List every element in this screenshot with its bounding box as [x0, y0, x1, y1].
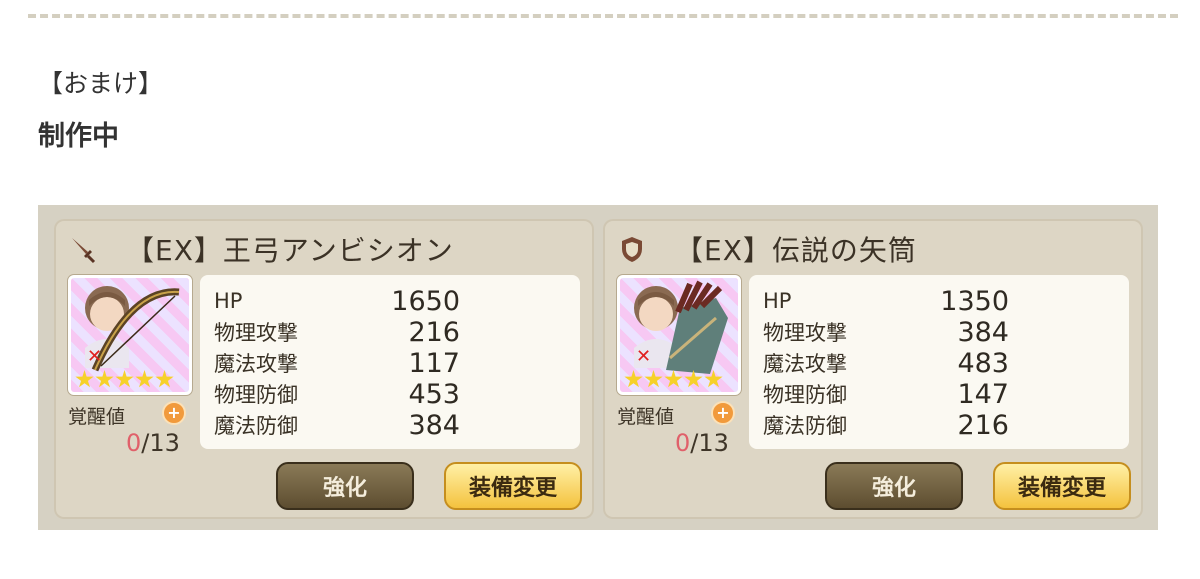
stat-label: 魔法防御: [214, 414, 298, 438]
star-icon: [624, 370, 643, 388]
stat-label: HP: [763, 289, 792, 313]
stat-label: 魔法攻撃: [763, 352, 847, 376]
stat-value: 147: [957, 378, 1009, 410]
stat-label: 魔法攻撃: [214, 352, 298, 376]
svg-text:✕: ✕: [636, 346, 651, 367]
stat-label: 魔法防御: [763, 414, 847, 438]
stat-row-magic-defense: 魔法防御 384: [214, 409, 564, 441]
card-title-text: 【EX】伝説の矢筒: [675, 234, 917, 267]
equipment-card-bow: 【EX】王弓アンビシオン ✕ 覚醒値 + 0/13 HP 1650 物理攻撃 2…: [54, 219, 594, 519]
awakening-label: 覚醒値: [617, 406, 675, 428]
stat-row-magic-defense: 魔法防御 216: [763, 409, 1113, 441]
awakening-current: 0: [126, 429, 142, 457]
stat-row-physical-defense: 物理防御 453: [214, 378, 564, 410]
stat-row-magic-attack: 魔法攻撃 483: [763, 347, 1113, 379]
stat-row-physical-defense: 物理防御 147: [763, 378, 1113, 410]
stat-label: 物理攻撃: [763, 321, 847, 345]
equipment-card-quiver: 【EX】伝説の矢筒 ✕ 覚醒値 + 0/13 HP 1350 物理攻撃 384 …: [603, 219, 1143, 519]
dashed-divider: [28, 14, 1178, 18]
stat-row-hp: HP 1650: [214, 285, 564, 317]
card-title: 【EX】伝説の矢筒: [617, 227, 917, 271]
stat-value: 1650: [391, 285, 460, 317]
game-screenshot: 【EX】王弓アンビシオン ✕ 覚醒値 + 0/13 HP 1650 物理攻撃 2…: [38, 205, 1158, 530]
stats-panel: HP 1650 物理攻撃 216 魔法攻撃 117 物理防御 453 魔法防御 …: [200, 275, 580, 449]
awakening-current: 0: [675, 429, 691, 457]
strengthen-button[interactable]: 強化: [825, 462, 963, 510]
stat-row-physical-attack: 物理攻撃 384: [763, 316, 1113, 348]
awakening-count: 0/13: [126, 429, 180, 457]
awakening-plus-icon[interactable]: +: [162, 401, 186, 425]
stat-value: 216: [408, 316, 460, 348]
rarity-stars: [624, 370, 723, 389]
star-icon: [704, 370, 723, 388]
stat-value: 483: [957, 347, 1009, 379]
stat-label: 物理防御: [763, 383, 847, 407]
star-icon: [684, 370, 703, 388]
stat-value: 117: [408, 347, 460, 379]
star-icon: [644, 370, 663, 388]
awakening-label: 覚醒値: [68, 406, 126, 428]
awakening-plus-icon[interactable]: +: [711, 401, 735, 425]
stat-value: 384: [408, 409, 460, 441]
shield-icon: [617, 234, 647, 264]
stat-value: 384: [957, 316, 1009, 348]
stat-value: 216: [957, 409, 1009, 441]
strengthen-button[interactable]: 強化: [276, 462, 414, 510]
in-production-heading: 制作中: [38, 121, 119, 152]
stat-row-magic-attack: 魔法攻撃 117: [214, 347, 564, 379]
stat-row-physical-attack: 物理攻撃 216: [214, 316, 564, 348]
stat-value: 1350: [940, 285, 1009, 317]
equipment-portrait[interactable]: ✕: [68, 275, 192, 395]
stat-label: 物理攻撃: [214, 321, 298, 345]
change-equipment-button[interactable]: 装備変更: [444, 462, 582, 510]
awakening-max: /13: [141, 429, 180, 457]
sword-icon: [68, 234, 98, 264]
stats-panel: HP 1350 物理攻撃 384 魔法攻撃 483 物理防御 147 魔法防御 …: [749, 275, 1129, 449]
equipment-portrait[interactable]: ✕: [617, 275, 741, 395]
rarity-stars: [75, 370, 174, 389]
svg-text:✕: ✕: [87, 346, 102, 367]
change-equipment-button[interactable]: 装備変更: [993, 462, 1131, 510]
awakening-max: /13: [690, 429, 729, 457]
card-title: 【EX】王弓アンビシオン: [68, 227, 454, 271]
star-icon: [75, 370, 94, 388]
star-icon: [135, 370, 154, 388]
star-icon: [95, 370, 114, 388]
awakening-count: 0/13: [675, 429, 729, 457]
bonus-heading: 【おまけ】: [38, 69, 164, 98]
stat-label: 物理防御: [214, 383, 298, 407]
star-icon: [115, 370, 134, 388]
stat-row-hp: HP 1350: [763, 285, 1113, 317]
star-icon: [155, 370, 174, 388]
stat-label: HP: [214, 289, 243, 313]
star-icon: [664, 370, 683, 388]
stat-value: 453: [408, 378, 460, 410]
card-title-text: 【EX】王弓アンビシオン: [126, 234, 454, 267]
